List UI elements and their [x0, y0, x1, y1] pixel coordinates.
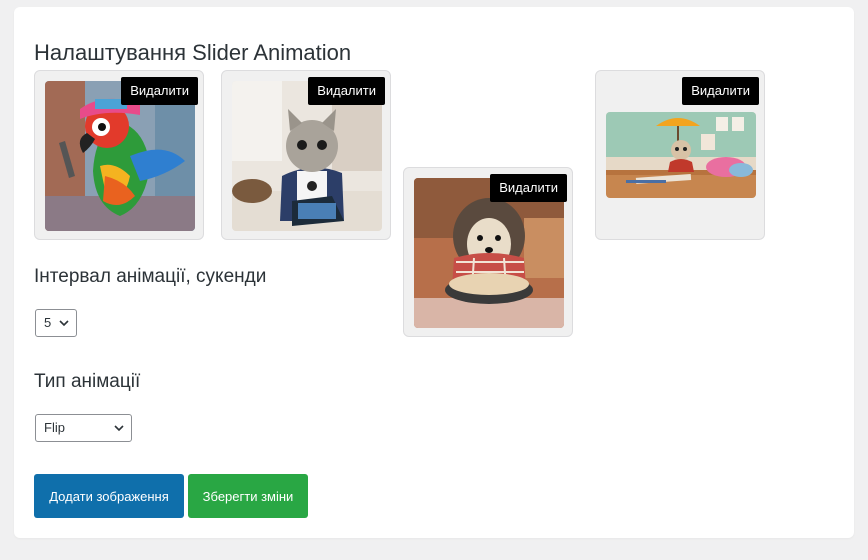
delete-kitten-button[interactable]: Видалити: [308, 77, 385, 105]
chevron-down-icon: [59, 320, 69, 327]
image-thumbnail-cat-umbrella: Видалити: [595, 70, 765, 240]
animation-type-select[interactable]: Flip: [35, 414, 132, 442]
delete-hedgehog-button[interactable]: Видалити: [490, 174, 567, 202]
delete-cat-umbrella-button[interactable]: Видалити: [682, 77, 759, 105]
settings-panel: Налаштування Slider Animation Видалити В…: [14, 7, 854, 538]
animation-type-select-value: Flip: [44, 420, 65, 435]
cat-umbrella-image: [606, 112, 756, 198]
add-image-button[interactable]: Додати зображення: [34, 474, 184, 518]
delete-parrot-button[interactable]: Видалити: [121, 77, 198, 105]
interval-select-value: 5: [44, 315, 52, 330]
chevron-down-icon: [114, 425, 124, 432]
interval-select[interactable]: 5: [35, 309, 77, 337]
interval-label: Інтервал анімації, сукенди: [34, 266, 267, 287]
save-changes-button[interactable]: Зберегти зміни: [188, 474, 308, 518]
image-thumbnail-kitten: Видалити: [221, 70, 391, 240]
animation-type-label: Тип анімації: [34, 371, 141, 392]
image-thumbnail-parrot: Видалити: [34, 70, 204, 240]
image-thumbnail-hedgehog: Видалити: [403, 167, 573, 337]
page-title: Налаштування Slider Animation: [34, 40, 352, 65]
